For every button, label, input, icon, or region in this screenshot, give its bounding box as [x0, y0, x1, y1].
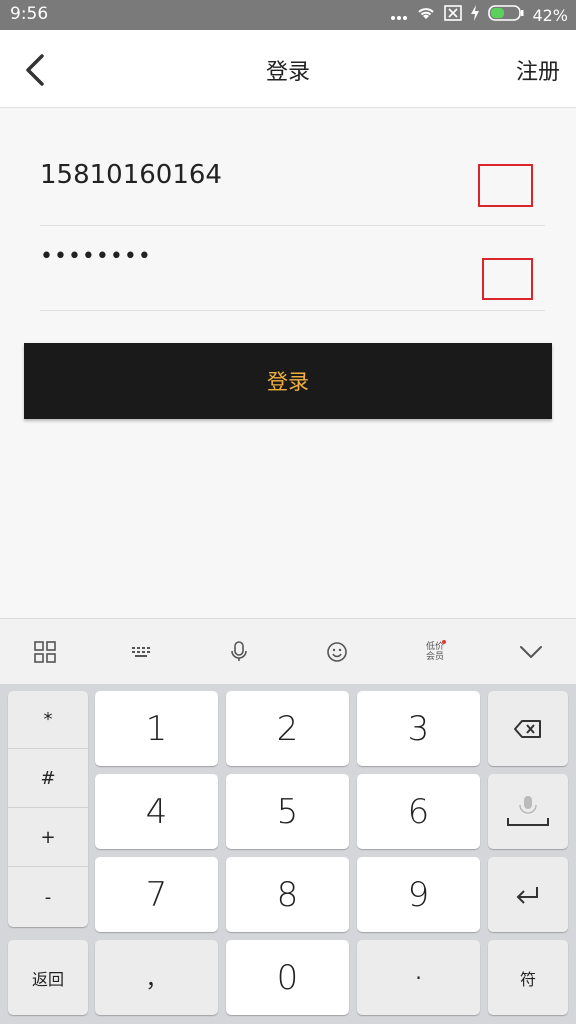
- microphone-icon[interactable]: [224, 637, 254, 667]
- symbol-switch-key[interactable]: 符: [488, 940, 568, 1015]
- symbol-key-hash[interactable]: #: [8, 750, 88, 808]
- notification-dot: [442, 640, 446, 644]
- password-input-value[interactable]: ••••••••: [40, 244, 152, 269]
- key-8[interactable]: 8: [226, 857, 349, 932]
- symbol-key-plus[interactable]: +: [8, 809, 88, 867]
- mic-space-icon: [507, 795, 549, 826]
- more-dots-icon: [390, 6, 408, 25]
- key-6[interactable]: 6: [357, 774, 480, 849]
- backspace-key[interactable]: [488, 691, 568, 766]
- sim-off-icon: [444, 5, 463, 25]
- enter-icon: [516, 886, 538, 904]
- key-9[interactable]: 9: [357, 857, 480, 932]
- key-7[interactable]: 7: [95, 857, 218, 932]
- symbol-key-minus[interactable]: -: [8, 868, 88, 926]
- member-deal-button[interactable]: 低价 会员: [420, 637, 450, 667]
- key-1[interactable]: 1: [95, 691, 218, 766]
- status-bar: 9:56 42%: [0, 0, 576, 30]
- grid-menu-icon[interactable]: [30, 637, 60, 667]
- emoji-icon[interactable]: [322, 637, 352, 667]
- member-label-line1: 低价: [425, 642, 444, 652]
- key-2[interactable]: 2: [226, 691, 349, 766]
- battery-icon: [488, 5, 524, 25]
- charging-icon: [470, 5, 480, 25]
- collapse-keyboard-icon[interactable]: [516, 637, 546, 667]
- key-5[interactable]: 5: [226, 774, 349, 849]
- backspace-icon: [514, 719, 541, 738]
- key-0[interactable]: 0: [226, 940, 349, 1015]
- symbol-column: * # + -: [8, 691, 88, 927]
- dot-key[interactable]: ·: [357, 940, 480, 1015]
- key-4[interactable]: 4: [95, 774, 218, 849]
- key-3[interactable]: 3: [357, 691, 480, 766]
- register-link[interactable]: 注册: [516, 54, 560, 86]
- symbol-key-asterisk[interactable]: *: [8, 691, 88, 749]
- phone-input-value[interactable]: 15810160164: [40, 160, 222, 190]
- status-icons: 42%: [390, 4, 568, 26]
- wifi-icon: [416, 5, 436, 25]
- battery-percent: 42%: [532, 5, 568, 25]
- comma-key[interactable]: ，: [95, 940, 218, 1015]
- status-time: 9:56: [10, 4, 49, 24]
- password-toggle-highlight[interactable]: [482, 258, 533, 300]
- nav-header: 登录 注册: [0, 30, 576, 108]
- back-key[interactable]: 返回: [8, 940, 88, 1015]
- voice-space-key[interactable]: [488, 774, 568, 849]
- phone-field[interactable]: 15810160164: [40, 140, 545, 226]
- enter-key[interactable]: [488, 857, 568, 932]
- numeric-keyboard: * # + - 1 2 3 4 5 6 7 8 9 返回 ， 0 · 符: [0, 684, 576, 1024]
- keyboard-layout-icon[interactable]: [126, 637, 156, 667]
- page-title: 登录: [265, 60, 310, 85]
- phone-clear-highlight[interactable]: [478, 164, 533, 207]
- password-field[interactable]: ••••••••: [40, 226, 545, 311]
- member-label-line2: 会员: [425, 652, 444, 662]
- keyboard-toolbar: 低价 会员: [0, 618, 576, 684]
- login-button[interactable]: 登录: [24, 343, 552, 419]
